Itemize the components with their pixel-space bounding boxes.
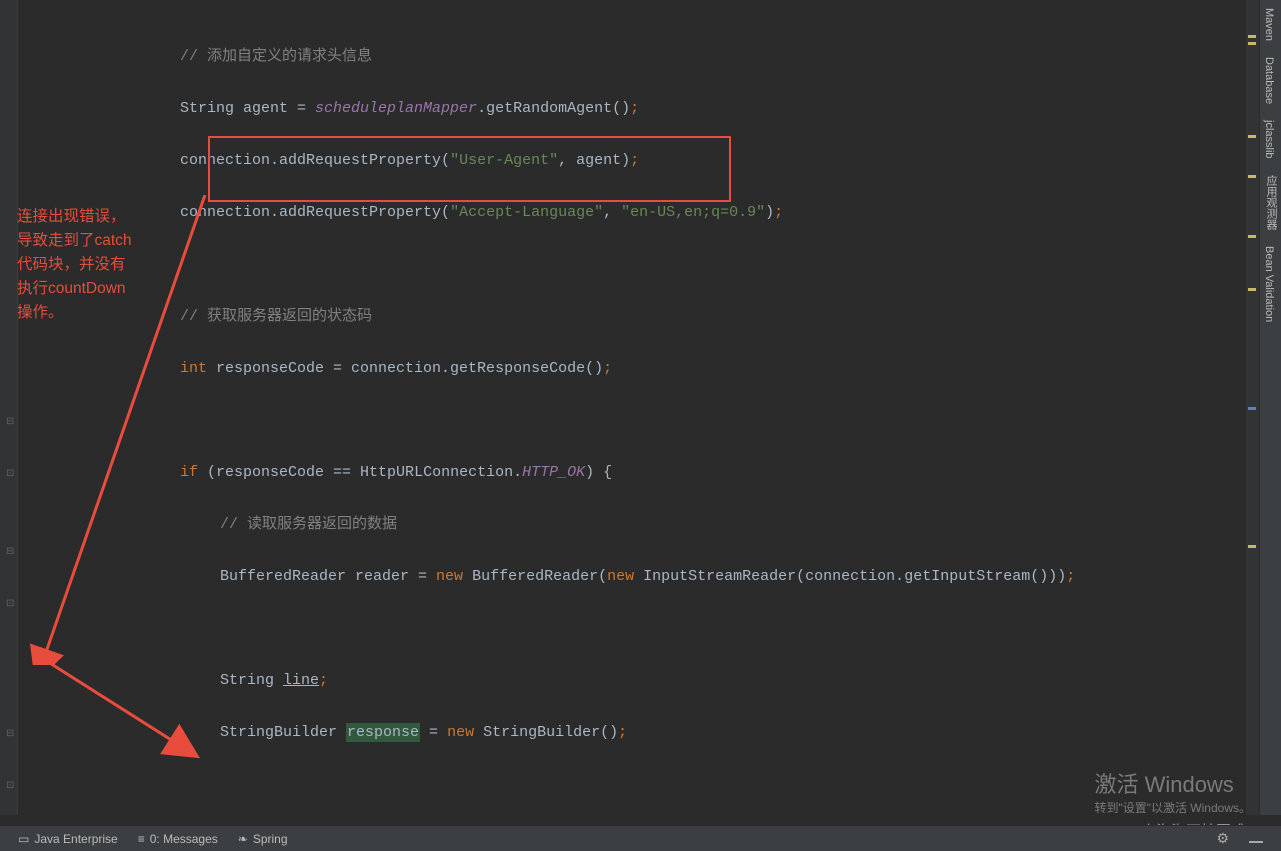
annotation-text: 连接出现错误，导致走到了catch代码块，并没有执行countDown操作。 bbox=[17, 205, 172, 325]
code-comment: // 获取服务器返回的状态码 bbox=[180, 308, 372, 325]
minimize-icon bbox=[1249, 841, 1263, 843]
code-comment: // 添加自定义的请求头信息 bbox=[180, 48, 372, 65]
minimize-button[interactable] bbox=[1239, 835, 1273, 843]
warning-marker[interactable] bbox=[1248, 288, 1256, 291]
status-spring[interactable]: ❧ Spring bbox=[228, 832, 298, 846]
fold-mark-icon[interactable]: ⊟ bbox=[6, 416, 14, 428]
fold-mark-icon[interactable]: ⊟ bbox=[6, 546, 14, 558]
tool-inspector[interactable]: 应用观测器 bbox=[1260, 167, 1281, 238]
warning-marker[interactable] bbox=[1248, 35, 1256, 38]
gear-icon bbox=[1216, 830, 1229, 847]
warning-marker[interactable] bbox=[1248, 235, 1256, 238]
list-icon: ≡ bbox=[138, 832, 145, 846]
fold-mark-icon[interactable]: ⊡ bbox=[6, 598, 14, 610]
tool-jclasslib[interactable]: jclasslib bbox=[1260, 112, 1278, 167]
fold-mark-icon[interactable]: ⊡ bbox=[6, 780, 14, 792]
warning-marker[interactable] bbox=[1248, 175, 1256, 178]
marker-bar[interactable] bbox=[1246, 0, 1259, 815]
code-editor[interactable]: // 添加自定义的请求头信息 String agent = schedulepl… bbox=[20, 0, 1246, 815]
change-marker[interactable] bbox=[1248, 407, 1256, 410]
warning-marker[interactable] bbox=[1248, 135, 1256, 138]
tool-maven[interactable]: Maven bbox=[1260, 0, 1278, 49]
layers-icon: ▭ bbox=[18, 832, 29, 846]
status-messages[interactable]: ≡ 0: Messages bbox=[128, 832, 228, 846]
tool-bean-validation[interactable]: Bean Validation bbox=[1260, 238, 1278, 330]
leaf-icon: ❧ bbox=[238, 832, 248, 846]
status-java-enterprise[interactable]: ▭ Java Enterprise bbox=[8, 832, 128, 846]
fold-mark-icon[interactable]: ⊟ bbox=[6, 728, 14, 740]
warning-marker[interactable] bbox=[1248, 545, 1256, 548]
status-bar: ▭ Java Enterprise ≡ 0: Messages ❧ Spring bbox=[0, 825, 1281, 851]
fold-mark-icon[interactable]: ⊡ bbox=[6, 468, 14, 480]
settings-button[interactable] bbox=[1206, 830, 1239, 847]
tool-database[interactable]: Database bbox=[1260, 49, 1278, 112]
warning-marker[interactable] bbox=[1248, 42, 1256, 45]
right-tool-panel: Maven Database jclasslib 应用观测器 Bean Vali… bbox=[1259, 0, 1281, 815]
code-comment: // 读取服务器返回的数据 bbox=[220, 516, 397, 533]
editor-gutter[interactable]: ⊟ ⊡ ⊟ ⊡ ⊟ ⊡ bbox=[0, 0, 18, 815]
